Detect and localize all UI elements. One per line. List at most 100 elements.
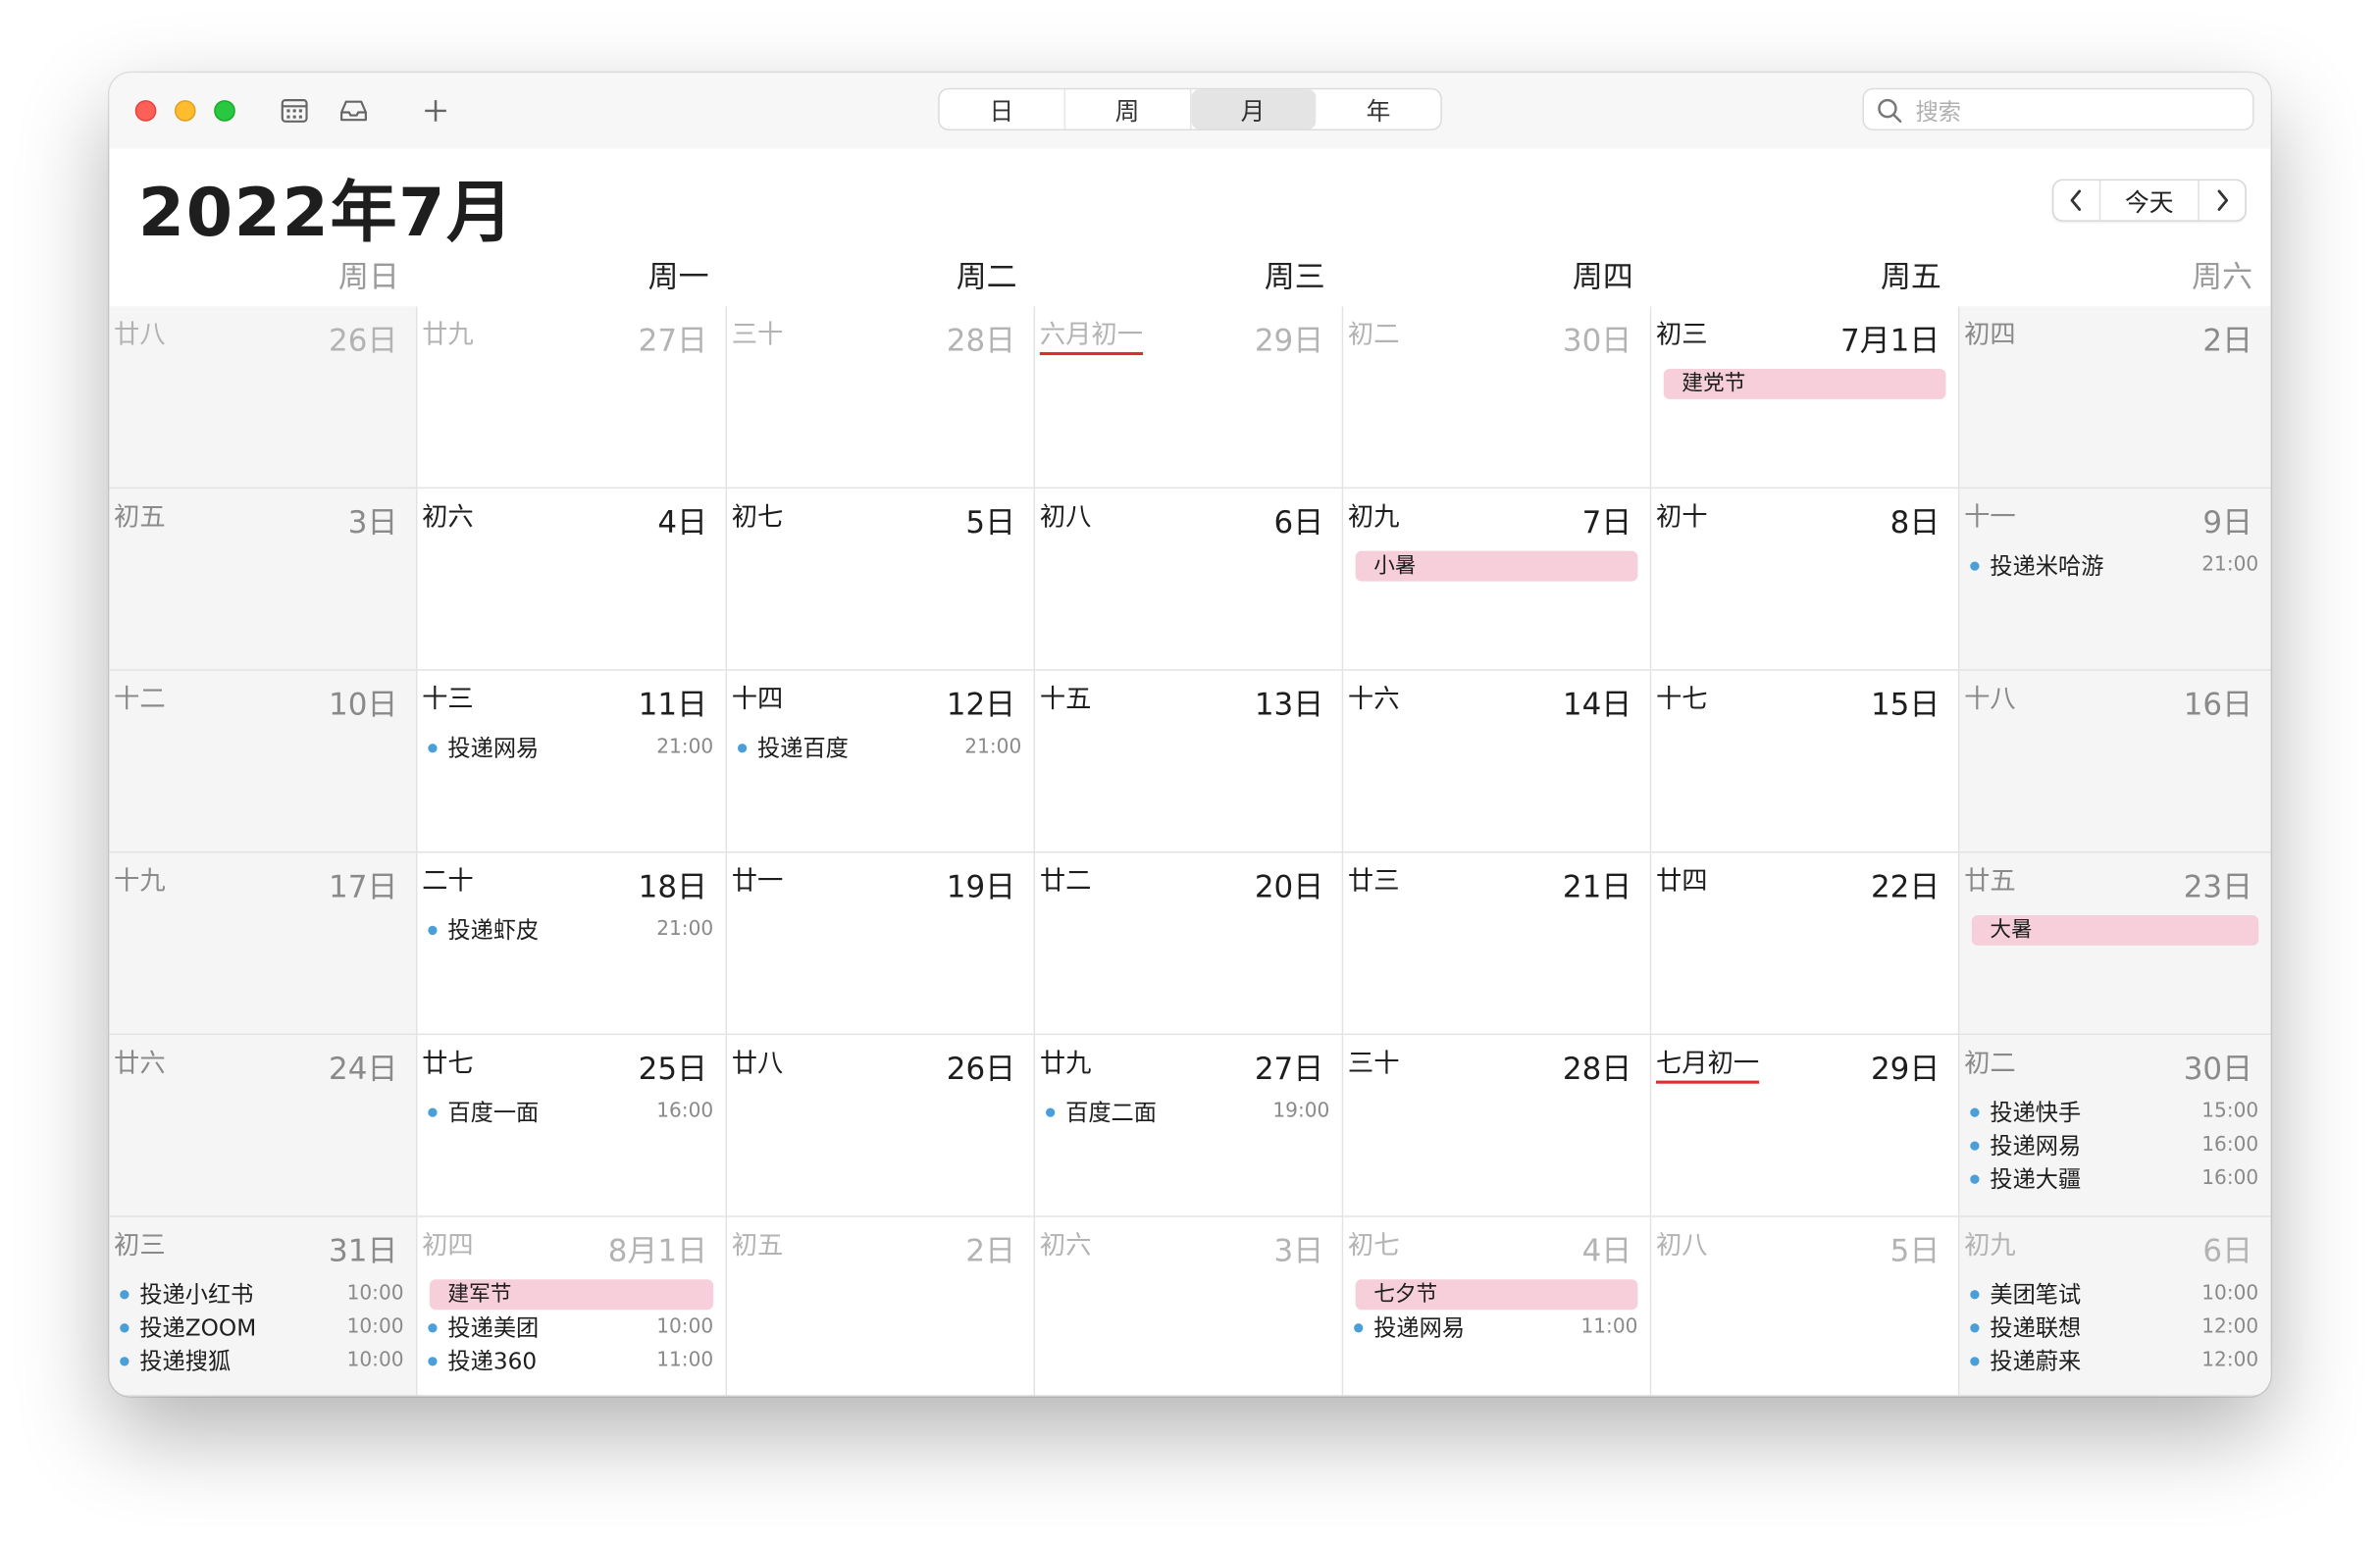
- day-cell[interactable]: 廿八 26日: [727, 1035, 1036, 1217]
- day-cell[interactable]: 廿五 23日 大暑: [1959, 852, 2271, 1036]
- lunar-date: 十三: [422, 684, 474, 715]
- timed-event[interactable]: 美团笔试 10:00: [1969, 1279, 2258, 1310]
- timed-event[interactable]: 百度二面 19:00: [1044, 1098, 1329, 1128]
- day-cell[interactable]: 廿一 19日: [727, 852, 1036, 1036]
- lunar-date: 六月初一: [1039, 313, 1144, 356]
- day-cell[interactable]: 十五 13日: [1035, 670, 1344, 853]
- day-number: 4日: [657, 503, 707, 540]
- view-month-button[interactable]: 月: [1190, 89, 1317, 129]
- timed-event[interactable]: 百度一面 16:00: [427, 1098, 713, 1128]
- day-cell[interactable]: 十八 16日: [1959, 670, 2271, 853]
- lunar-date: 初四: [422, 1230, 474, 1261]
- timed-event[interactable]: 投递虾皮 21:00: [427, 915, 713, 946]
- day-cell[interactable]: 十三 11日 投递网易 21:00: [417, 670, 728, 853]
- day-cell[interactable]: 初六 3日: [1035, 1216, 1344, 1397]
- today-button[interactable]: 今天: [2098, 180, 2199, 221]
- day-cell[interactable]: 初八 5日: [1651, 1216, 1960, 1397]
- day-cell[interactable]: 十四 12日 投递百度 21:00: [727, 670, 1036, 853]
- view-week-button[interactable]: 周: [1065, 89, 1191, 129]
- day-cell[interactable]: 初七 4日 七夕节 投递网易 11:00: [1343, 1216, 1652, 1397]
- event-dot-icon: [1970, 1357, 1980, 1366]
- day-cell[interactable]: 初四 2日: [1959, 306, 2271, 489]
- day-cell[interactable]: 廿四 22日: [1651, 852, 1960, 1036]
- timed-event[interactable]: 投递ZOOM 10:00: [119, 1312, 404, 1343]
- event-title: 投递360: [447, 1347, 538, 1375]
- plus-icon[interactable]: [419, 94, 452, 128]
- lunar-date: 初三: [1655, 320, 1708, 351]
- day-cell[interactable]: 二十 18日 投递虾皮 21:00: [417, 852, 728, 1036]
- event-title: 百度一面: [447, 1099, 540, 1127]
- weekday-label: 周五: [1880, 258, 1941, 295]
- day-cell[interactable]: 廿九 27日 百度二面 19:00: [1035, 1035, 1344, 1217]
- event-time: 16:00: [2201, 1166, 2259, 1191]
- day-cell[interactable]: 十一 9日 投递米哈游 21:00: [1959, 489, 2271, 671]
- day-cell[interactable]: 廿九 27日: [417, 306, 728, 489]
- day-cell[interactable]: 廿七 25日 百度一面 16:00: [417, 1035, 728, 1217]
- view-year-button[interactable]: 年: [1317, 89, 1440, 129]
- timed-event[interactable]: 投递网易 16:00: [1969, 1131, 2258, 1161]
- day-cell[interactable]: 初九 6日美团笔试 10:00 投递联想 12:00 投递蔚来 12:00: [1959, 1216, 2271, 1397]
- minimize-button[interactable]: [174, 100, 196, 122]
- day-cell[interactable]: 六月初一 29日: [1035, 306, 1344, 489]
- lunar-date: 初八: [1039, 502, 1092, 534]
- day-cell[interactable]: 初七 5日: [727, 489, 1036, 671]
- day-cell[interactable]: 初九 7日 小暑: [1343, 489, 1652, 671]
- event-time: 12:00: [2201, 1349, 2259, 1372]
- day-number: 28日: [946, 322, 1016, 359]
- inbox-icon[interactable]: [336, 94, 370, 128]
- event-dot-icon: [1354, 1323, 1364, 1333]
- timed-event[interactable]: 投递小红书 10:00: [119, 1279, 404, 1310]
- day-cell[interactable]: 初二 30日: [1343, 306, 1652, 489]
- day-cell[interactable]: 初五 2日: [727, 1216, 1036, 1397]
- day-cell[interactable]: 初五 3日: [109, 489, 418, 671]
- close-button[interactable]: [134, 100, 157, 122]
- day-cell[interactable]: 廿三 21日: [1343, 852, 1652, 1036]
- day-cell[interactable]: 初四 8月1日 建军节 投递美团 10:00 投递360 11:00: [417, 1216, 728, 1397]
- all-day-event[interactable]: 建军节: [429, 1279, 714, 1311]
- day-cell[interactable]: 三十 28日: [727, 306, 1036, 489]
- all-day-event[interactable]: 七夕节: [1355, 1279, 1638, 1311]
- day-cell[interactable]: 初三 31日 投递小红书 10:00 投递ZOOM 10:00 投递搜狐 10:00: [109, 1216, 418, 1397]
- toolbar: 日 周 月 年 搜索: [109, 73, 2271, 149]
- timed-event[interactable]: 投递蔚来 12:00: [1969, 1346, 2259, 1376]
- timed-event[interactable]: 投递美团 10:00: [427, 1312, 713, 1343]
- day-cell[interactable]: 初十 8日: [1651, 489, 1960, 671]
- timed-event[interactable]: 投递网易 11:00: [1353, 1312, 1637, 1343]
- search-field[interactable]: 搜索: [1862, 87, 2254, 131]
- timed-event[interactable]: 投递360 11:00: [427, 1346, 713, 1376]
- day-number: 21日: [1562, 867, 1632, 905]
- all-day-event[interactable]: 小暑: [1355, 550, 1638, 582]
- day-cell[interactable]: 七月初一 29日: [1651, 1035, 1960, 1217]
- timed-event[interactable]: 投递联想 12:00: [1969, 1312, 2258, 1343]
- timed-event[interactable]: 投递大疆 16:00: [1969, 1164, 2259, 1195]
- day-cell[interactable]: 廿二 20日: [1035, 852, 1344, 1036]
- day-cell[interactable]: 初八 6日: [1035, 489, 1344, 671]
- day-cell[interactable]: 三十 28日: [1343, 1035, 1652, 1217]
- all-day-event[interactable]: 大暑: [1971, 914, 2259, 946]
- previous-month-button[interactable]: [2053, 180, 2098, 220]
- view-day-button[interactable]: 日: [940, 89, 1065, 129]
- day-cell[interactable]: 廿八 26日: [109, 306, 418, 489]
- timed-event[interactable]: 投递米哈游 21:00: [1969, 551, 2258, 582]
- day-cell[interactable]: 十七 15日: [1651, 670, 1960, 853]
- next-month-button[interactable]: [2199, 180, 2245, 220]
- day-cell[interactable]: 初六 4日: [417, 489, 728, 671]
- timed-event[interactable]: 投递搜狐 10:00: [119, 1346, 404, 1376]
- day-number: 6日: [2202, 1232, 2253, 1269]
- day-cell[interactable]: 廿六 24日: [109, 1035, 418, 1217]
- lunar-date: 廿九: [422, 320, 474, 351]
- day-cell[interactable]: 初三 7月1日 建党节: [1651, 306, 1960, 489]
- timed-event[interactable]: 投递百度 21:00: [736, 733, 1021, 763]
- timed-event[interactable]: 投递快手 15:00: [1969, 1098, 2258, 1128]
- all-day-event[interactable]: 建党节: [1663, 368, 1946, 399]
- timed-event[interactable]: 投递网易 21:00: [427, 733, 713, 763]
- calendar-list-icon[interactable]: [278, 94, 311, 128]
- day-cell[interactable]: 初二 30日 投递快手 15:00 投递网易 16:00 投递大疆 16:00: [1959, 1035, 2271, 1217]
- event-time: 21:00: [656, 736, 714, 759]
- zoom-button[interactable]: [214, 100, 235, 122]
- day-cell[interactable]: 十二 10日: [109, 670, 418, 853]
- day-cell[interactable]: 十六 14日: [1343, 670, 1652, 853]
- weekday-label: 周一: [647, 258, 709, 295]
- day-cell[interactable]: 十九 17日: [109, 852, 418, 1036]
- lunar-date: 初九: [1964, 1230, 2016, 1261]
